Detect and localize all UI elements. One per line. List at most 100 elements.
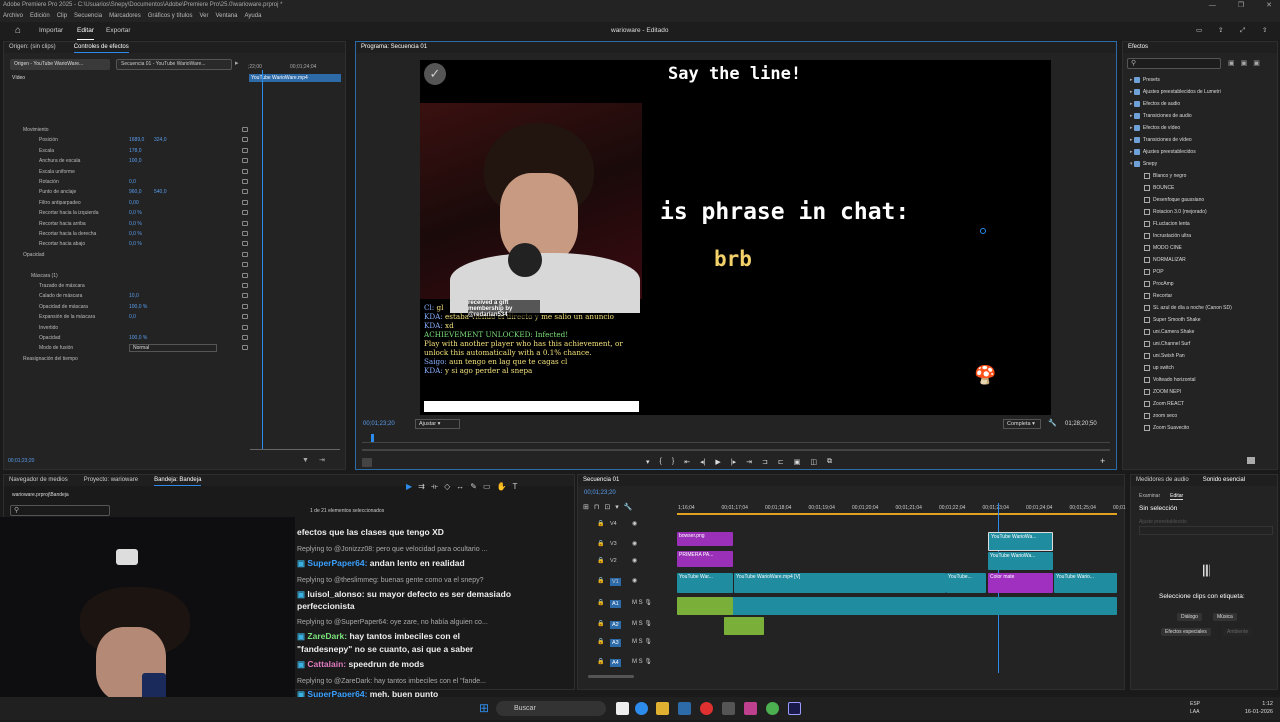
reset-icon[interactable] bbox=[242, 262, 248, 268]
track-label[interactable]: A3 bbox=[610, 639, 621, 647]
menu-marcadores[interactable]: Marcadores bbox=[109, 11, 141, 22]
maximize-button[interactable]: ❐ bbox=[1238, 0, 1244, 11]
track-header[interactable]: 🔒 V2 ◉ bbox=[582, 555, 674, 569]
media-icon[interactable] bbox=[700, 702, 713, 715]
selection-tool-icon[interactable]: ▶ bbox=[406, 482, 412, 492]
effects-item[interactable]: zoom seco bbox=[1144, 411, 1177, 421]
ec-row[interactable] bbox=[7, 260, 255, 270]
track-header[interactable]: 🔒 A4 M S 🎙 bbox=[582, 656, 674, 670]
track-label[interactable]: A2 bbox=[610, 621, 621, 629]
lock-icon[interactable]: 🔒 bbox=[597, 540, 604, 547]
reset-icon[interactable] bbox=[242, 179, 248, 184]
effects-item[interactable]: Incrustación ultra bbox=[1144, 231, 1191, 241]
clip-bowser[interactable]: bowser.png bbox=[677, 532, 733, 546]
tab-project[interactable]: Proyecto: warioware bbox=[84, 475, 138, 486]
reset-icon[interactable] bbox=[242, 324, 248, 330]
effects-item[interactable]: NORMALIZAR bbox=[1144, 255, 1186, 265]
tab-audio-meters[interactable]: Medidores de audio bbox=[1136, 475, 1189, 486]
reset-icon[interactable] bbox=[242, 314, 248, 320]
eye-icon[interactable]: ◉ bbox=[632, 520, 637, 527]
reset-icon[interactable] bbox=[242, 272, 248, 278]
menu-edicion[interactable]: Edición bbox=[30, 11, 50, 22]
tab-exportar[interactable]: Exportar bbox=[106, 22, 131, 40]
reset-icon[interactable] bbox=[242, 189, 248, 195]
settings-icon[interactable] bbox=[362, 458, 372, 467]
effects-item[interactable]: uni.Channel Surf bbox=[1144, 339, 1190, 349]
effects-item[interactable]: SL azul de día a noche (Canon SD) bbox=[1144, 303, 1232, 313]
ec-row[interactable]: Escala 178,0 bbox=[7, 146, 255, 156]
eye-icon[interactable]: ◉ bbox=[632, 540, 637, 547]
lock-icon[interactable]: 🔒 bbox=[597, 620, 604, 627]
ec-timecode[interactable]: 00;01;23;20 bbox=[8, 458, 34, 464]
track-label[interactable]: V2 bbox=[610, 558, 617, 564]
effects-item[interactable]: Recortar bbox=[1144, 291, 1172, 301]
effects-item[interactable]: Desenfoque gaussiano bbox=[1144, 195, 1204, 205]
nest-icon[interactable]: ⊞ bbox=[583, 503, 589, 511]
ec-row-value[interactable]: 0,00 bbox=[129, 198, 139, 208]
task-view-icon[interactable] bbox=[616, 702, 629, 715]
effect-controls-tab[interactable]: Controles de efectos bbox=[73, 42, 129, 53]
track-label[interactable]: V3 bbox=[610, 541, 617, 547]
home-icon[interactable]: ⌂ bbox=[15, 22, 21, 40]
fit-select[interactable]: Ajustar ▾ bbox=[415, 419, 460, 429]
ec-row[interactable]: Calado de máscara 10,0 bbox=[7, 291, 255, 301]
snap-icon[interactable]: ⊓ bbox=[594, 503, 599, 511]
mark-in-icon[interactable]: { bbox=[660, 458, 662, 466]
camera-icon[interactable]: ▣ bbox=[794, 458, 801, 466]
menu-graficos[interactable]: Gráficos y títulos bbox=[148, 11, 193, 22]
program-timeruler[interactable] bbox=[362, 435, 1110, 443]
ec-row-value[interactable]: 0,0 bbox=[129, 312, 136, 322]
mute-solo-icon[interactable]: M S 🎙 bbox=[632, 620, 652, 627]
ec-row[interactable]: Opacidad bbox=[7, 250, 255, 260]
track-header[interactable]: 🔒 A3 M S 🎙 bbox=[582, 636, 674, 650]
effects-folder[interactable]: ▸ Efectos de vídeo bbox=[1130, 123, 1180, 133]
reset-icon[interactable] bbox=[242, 283, 248, 288]
effects-item[interactable]: uni.Swish Pan bbox=[1144, 351, 1185, 361]
step-forward-icon[interactable]: |▸ bbox=[731, 458, 736, 466]
sequence-clip-tab[interactable]: Secuencia 01 - YouTube WarioWare... bbox=[116, 59, 232, 70]
ec-row-value[interactable]: 0,0 % bbox=[129, 208, 142, 218]
clip-yt1[interactable]: YouTube War... bbox=[677, 573, 733, 593]
track-header[interactable]: 🔒 V1 ◉ bbox=[582, 575, 674, 589]
ec-row-value[interactable]: 100,0 % bbox=[129, 333, 147, 343]
effects-folder[interactable]: ▸ Ajustes preestablecidos bbox=[1130, 147, 1196, 157]
clip-yt6[interactable]: YouTube Wario... bbox=[1054, 573, 1117, 593]
program-timecode[interactable]: 00;01;23;20 bbox=[363, 421, 395, 427]
ec-row[interactable]: Opacidad de máscara 100,0 % bbox=[7, 302, 255, 312]
effects-folder[interactable]: ▸ Ajustes preestablecidos de Lumetri bbox=[1130, 87, 1221, 97]
tab-editar-es[interactable]: Editar bbox=[1170, 493, 1184, 500]
reset-icon[interactable] bbox=[242, 127, 248, 132]
reset-icon[interactable] bbox=[242, 199, 248, 205]
preset-select[interactable] bbox=[1139, 526, 1273, 535]
track-header[interactable]: 🔒 V4 ◉ bbox=[582, 518, 674, 532]
music-button[interactable]: Música bbox=[1213, 613, 1237, 621]
menu-clip[interactable]: Clip bbox=[57, 11, 67, 22]
export-frame-icon[interactable]: ⇥ bbox=[319, 456, 325, 464]
32bit-icon[interactable]: ▣ bbox=[1241, 59, 1248, 67]
clock[interactable]: 1:12 16-01-2026 bbox=[1237, 700, 1273, 722]
wrench-icon[interactable]: 🔧 bbox=[1048, 419, 1057, 427]
tab-media-browser[interactable]: Navegador de medios bbox=[9, 475, 68, 486]
ec-row-value[interactable]: 1689,0 bbox=[129, 135, 144, 145]
extract-icon[interactable]: ⊏ bbox=[778, 458, 784, 466]
clip-audio-a2[interactable] bbox=[724, 617, 764, 635]
track-header[interactable]: 🔒 V3 ◉ bbox=[582, 538, 674, 552]
ec-row-value2[interactable]: 324,0 bbox=[154, 135, 167, 145]
timeline-settings-icon[interactable]: 🔧 bbox=[624, 503, 633, 511]
clip-yt2[interactable]: YouTube WarioWare.mp4 [V] bbox=[734, 573, 946, 593]
track-header[interactable]: 🔒 A2 M S 🎙 bbox=[582, 618, 674, 632]
effects-item[interactable]: Zoom Suavecito bbox=[1144, 423, 1189, 433]
reset-icon[interactable] bbox=[242, 335, 248, 340]
reset-icon[interactable] bbox=[242, 241, 248, 247]
close-button[interactable]: ✕ bbox=[1266, 0, 1272, 11]
start-icon[interactable]: ⊞ bbox=[479, 697, 489, 719]
lock-icon[interactable]: 🔒 bbox=[597, 599, 604, 606]
work-area-bar[interactable] bbox=[677, 513, 1117, 515]
goto-out-icon[interactable]: ⇥ bbox=[746, 458, 752, 466]
mute-solo-icon[interactable]: M S 🎙 bbox=[632, 658, 652, 665]
clip-audio-a1[interactable] bbox=[677, 597, 1117, 615]
program-playhead[interactable] bbox=[371, 434, 374, 442]
effects-item[interactable]: FLuctacion lenta bbox=[1144, 219, 1190, 229]
ec-row[interactable]: Reasignación del tiempo bbox=[7, 354, 255, 364]
ec-row-value[interactable]: 0,0 % bbox=[129, 219, 142, 229]
